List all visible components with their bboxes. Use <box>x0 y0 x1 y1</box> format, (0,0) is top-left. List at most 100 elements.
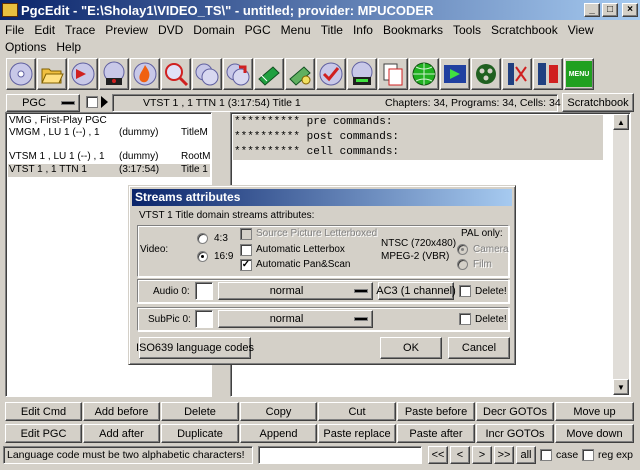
menu-title[interactable]: Title <box>316 23 348 37</box>
edit-cmd-button[interactable]: Edit Cmd <box>5 402 82 421</box>
tree-row-selected[interactable]: VTST 1 , 1 TTN 1 (3:17:54) Title 1 <box>8 164 210 177</box>
subpic-mode-combo[interactable]: normal <box>218 310 373 328</box>
disc-time-icon[interactable] <box>347 58 377 90</box>
disc-rec-icon[interactable] <box>99 58 129 90</box>
post-commands-line[interactable]: ********** post commands: <box>233 130 603 145</box>
play-disc-icon[interactable] <box>68 58 98 90</box>
globe-icon[interactable] <box>409 58 439 90</box>
first-button[interactable]: << <box>428 446 448 464</box>
last-button[interactable]: >> <box>494 446 514 464</box>
ok-button[interactable]: OK <box>380 337 442 359</box>
menu-menu[interactable]: Menu <box>276 23 316 37</box>
flame-icon[interactable] <box>130 58 160 90</box>
prev-button[interactable]: < <box>450 446 470 464</box>
append-button[interactable]: Append <box>240 424 317 443</box>
commands-scrollbar[interactable]: ▲ ▼ <box>613 114 629 395</box>
incr-gotos-button[interactable]: Incr GOTOs <box>476 424 554 443</box>
disc-icon[interactable] <box>6 58 36 90</box>
tree-row[interactable]: VTSM 1 , LU 1 (--) , 1 (dummy) RootM <box>8 151 210 163</box>
pgc-checkbox[interactable] <box>86 96 98 108</box>
move-up-button[interactable]: Move up <box>555 402 634 421</box>
pal-camera-radio[interactable] <box>457 244 468 255</box>
menu-scratchbook[interactable]: Scratchbook <box>486 23 563 37</box>
menu-view[interactable]: View <box>563 23 599 37</box>
film-play-icon[interactable] <box>440 58 470 90</box>
tree-row-duration: (3:17:54) <box>119 164 160 175</box>
audio-format-button[interactable]: AC3 (1 channel) <box>376 282 456 300</box>
menu-info[interactable]: Info <box>348 23 378 37</box>
play-triangle-icon[interactable] <box>101 96 108 108</box>
search-input[interactable] <box>258 446 422 464</box>
duplicate-button[interactable]: Duplicate <box>161 424 239 443</box>
menu-help[interactable]: Help <box>51 40 86 54</box>
film-cut-icon[interactable] <box>502 58 532 90</box>
menu-icon[interactable]: MENU <box>564 58 594 90</box>
source-letterboxed-checkbox[interactable] <box>240 228 252 240</box>
pgc-combo-label: PGC <box>22 97 46 109</box>
subpic-delete-checkbox[interactable] <box>459 313 471 325</box>
move-down-button[interactable]: Move down <box>555 424 634 443</box>
menu-bookmarks[interactable]: Bookmarks <box>378 23 448 37</box>
subpic-lang-input[interactable] <box>195 310 213 328</box>
menu-file[interactable]: File <box>0 23 29 37</box>
case-checkbox[interactable] <box>540 449 552 461</box>
paste-replace-button[interactable]: Paste replace <box>318 424 396 443</box>
copy-doc-icon[interactable] <box>378 58 408 90</box>
menu-options[interactable]: Options <box>0 40 51 54</box>
aspect-4-3-radio[interactable] <box>197 233 208 244</box>
add-before-button[interactable]: Add before <box>83 402 160 421</box>
aspect-16-9-radio[interactable] <box>197 251 208 262</box>
open-folder-icon[interactable] <box>37 58 67 90</box>
book-preview-icon[interactable] <box>285 58 315 90</box>
streams-attributes-dialog: Streams attributes VTST 1 Title domain s… <box>128 185 516 365</box>
delete-button[interactable]: Delete <box>161 402 239 421</box>
discs-arrow-icon[interactable] <box>223 58 253 90</box>
all-button[interactable]: all <box>516 446 536 464</box>
edit-pgc-button[interactable]: Edit PGC <box>5 424 82 443</box>
decr-gotos-button[interactable]: Decr GOTOs <box>476 402 554 421</box>
pal-film-radio[interactable] <box>457 259 468 270</box>
film-red-icon[interactable] <box>533 58 563 90</box>
menu-trace[interactable]: Trace <box>60 23 100 37</box>
audio-lang-input[interactable] <box>195 282 213 300</box>
pre-commands-line[interactable]: ********** pre commands: <box>233 115 603 130</box>
scroll-up-arrow[interactable]: ▲ <box>613 114 629 130</box>
paste-before-button[interactable]: Paste before <box>397 402 475 421</box>
two-discs-icon[interactable] <box>192 58 222 90</box>
audio-mode-value: normal <box>269 285 304 297</box>
tree-row[interactable]: VMG , First-Play PGC <box>8 115 208 127</box>
add-after-button[interactable]: Add after <box>83 424 160 443</box>
auto-letterbox-checkbox[interactable] <box>240 244 252 256</box>
regexp-checkbox[interactable] <box>582 449 594 461</box>
menu-tools[interactable]: Tools <box>448 23 486 37</box>
menu-preview[interactable]: Preview <box>100 23 153 37</box>
reel-icon[interactable] <box>471 58 501 90</box>
menu-pgc[interactable]: PGC <box>240 23 276 37</box>
next-button[interactable]: > <box>472 446 492 464</box>
check-disc-icon[interactable] <box>316 58 346 90</box>
status-bar: Language code must be two alphabetic cha… <box>3 446 253 464</box>
tree-row-label: VTST 1 , 1 TTN 1 <box>9 164 87 175</box>
tree-row-label: VMGM , LU 1 (--) , 1 <box>9 127 100 138</box>
cancel-button[interactable]: Cancel <box>448 337 510 359</box>
tree-row[interactable]: VMGM , LU 1 (--) , 1 (dummy) TitleM <box>8 127 208 139</box>
minimize-button[interactable]: _ <box>584 3 600 17</box>
copy-button[interactable]: Copy <box>240 402 317 421</box>
paste-after-button[interactable]: Paste after <box>397 424 475 443</box>
search-disc-icon[interactable] <box>161 58 191 90</box>
scratchbook-button[interactable]: Scratchbook <box>562 93 634 112</box>
auto-panscan-checkbox[interactable]: ✓ <box>240 259 252 271</box>
menu-dvd[interactable]: DVD <box>153 23 188 37</box>
menu-domain[interactable]: Domain <box>188 23 239 37</box>
cut-button[interactable]: Cut <box>318 402 396 421</box>
audio-delete-checkbox[interactable] <box>459 285 471 297</box>
maximize-button[interactable]: □ <box>602 3 618 17</box>
book-edit-icon[interactable] <box>254 58 284 90</box>
iso639-button[interactable]: ISO639 language codes <box>136 337 254 359</box>
pgc-domain-combo[interactable]: PGC <box>6 94 80 112</box>
audio-mode-combo[interactable]: normal <box>218 282 373 300</box>
close-button[interactable]: × <box>622 3 638 17</box>
menu-edit[interactable]: Edit <box>29 23 60 37</box>
scroll-down-arrow[interactable]: ▼ <box>613 379 629 395</box>
cell-commands-line[interactable]: ********** cell commands: <box>233 145 603 160</box>
